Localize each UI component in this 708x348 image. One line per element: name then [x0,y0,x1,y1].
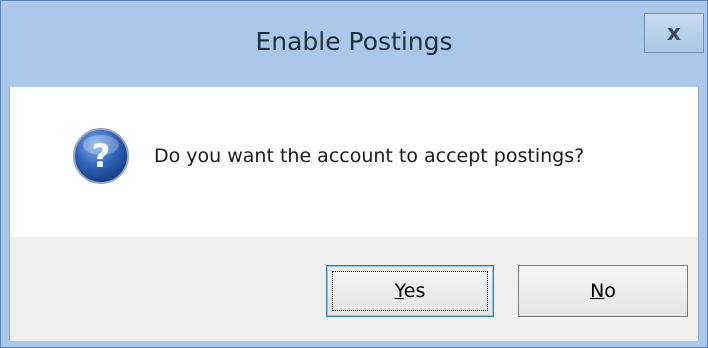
close-icon: x [666,20,682,46]
svg-text:?: ? [92,137,111,175]
question-icon: ? [73,128,129,184]
dialog-body: ? Do you want the account to accept post… [9,87,699,341]
message-area: ? Do you want the account to accept post… [10,87,698,237]
button-bar: Yes No [10,237,698,341]
dialog-title: Enable Postings [255,27,453,56]
yes-button[interactable]: Yes [326,265,494,317]
no-button-label: No [590,280,616,302]
dialog-window: Enable Postings x ? Do you want the acco… [0,0,708,348]
close-button[interactable]: x [644,13,704,53]
focus-ring [332,271,488,311]
title-bar[interactable]: Enable Postings x [1,1,707,87]
dialog-message: Do you want the account to accept postin… [154,145,585,167]
no-button[interactable]: No [518,265,688,317]
